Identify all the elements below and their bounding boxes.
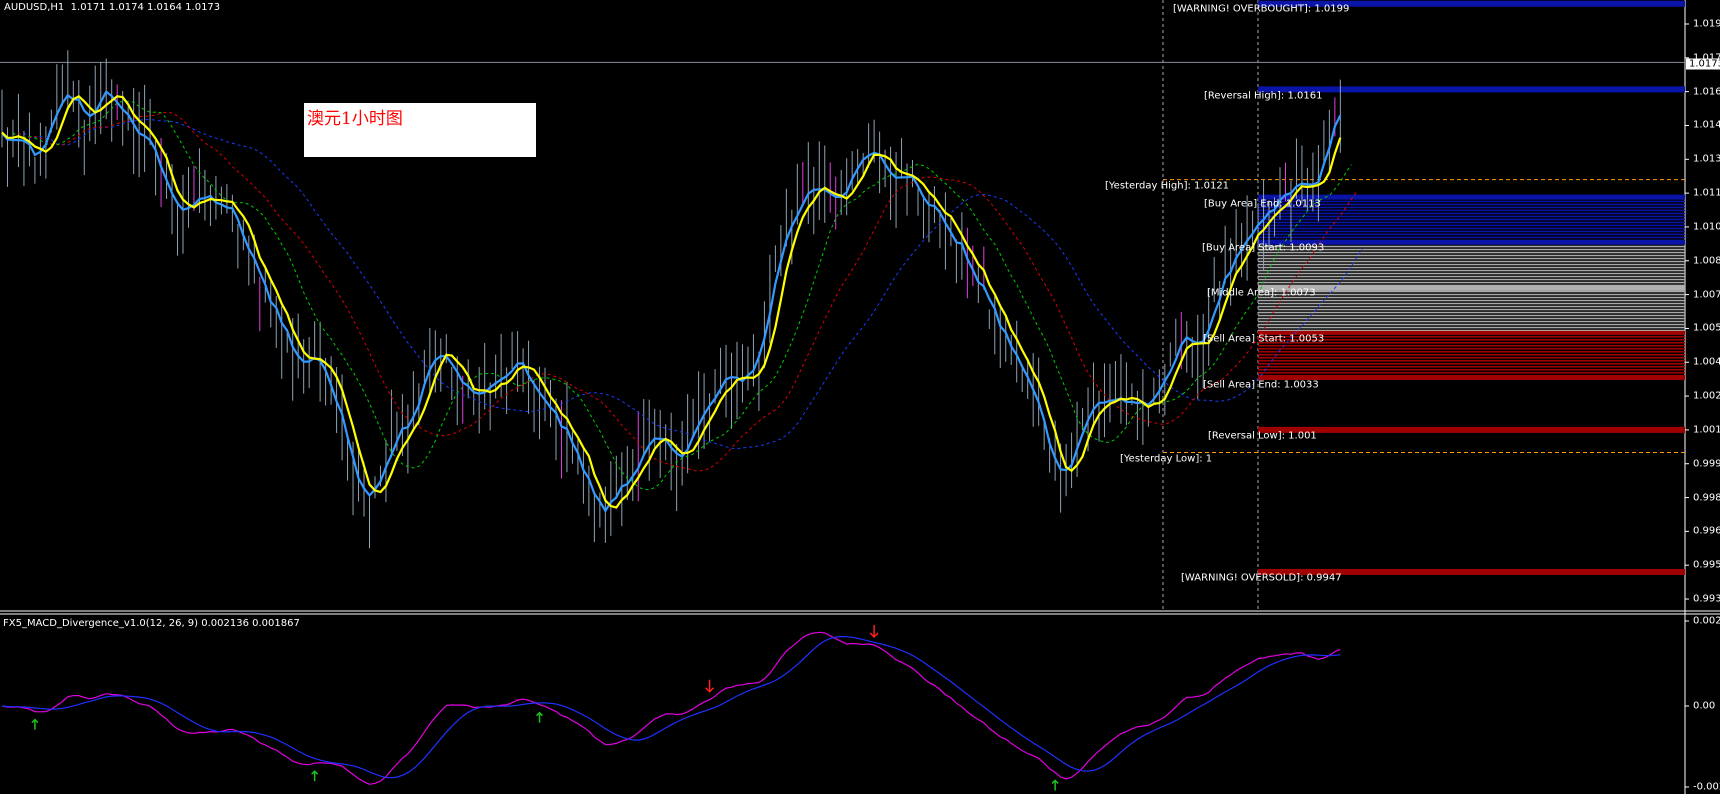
neutral-area-stripe [1258,323,1685,326]
neutral-area-stripe [1258,320,1685,323]
sell-area-stripe [1258,350,1685,353]
neutral-area-stripe [1258,254,1685,257]
neutral-area-stripe [1258,302,1685,305]
price-tick-label: 1.0010 [1693,424,1720,436]
macd-indicator-title: FX5_MACD_Divergence_v1.0(12, 26, 9) 0.00… [3,618,300,629]
buy-area-stripe [1258,230,1685,233]
price-tick-label: 1.0055 [1693,322,1720,334]
neutral-area-stripe [1258,275,1685,278]
price-tick-label: 1.0115 [1693,187,1720,199]
level-label: [Buy Area] End: 1.0113 [1204,198,1321,210]
buy-area-stripe [1258,212,1685,215]
price-tick-label: 0.9950 [1693,559,1720,571]
level-label: [Sell Area] Start: 1.0053 [1203,333,1325,345]
sell-end-band [1258,375,1685,381]
buy-area-stripe [1258,221,1685,224]
buy-area-stripe [1258,218,1685,221]
price-tick-label: 0.9995 [1693,458,1720,470]
macd-line [1,631,1341,785]
price-tick-label: 1.0190 [1693,18,1720,30]
neutral-area-stripe [1258,299,1685,302]
neutral-area-stripe [1258,317,1685,320]
chart-note-text: 澳元1小时图 [307,109,403,129]
price-tick-label: 1.0130 [1693,153,1720,165]
neutral-area-stripe [1258,281,1685,284]
divergence-up-arrow-icon [31,718,39,730]
divergence-up-arrow-icon [535,711,544,723]
level-band [1258,426,1685,433]
ohlc-values: 1.0171 1.0174 1.0164 1.0173 [70,2,221,13]
level-label: [Yesterday High]: 1.0121 [1105,180,1230,192]
sell-area-stripe [1258,356,1685,359]
level-label: [Yesterday Low]: 1 [1120,453,1213,465]
neutral-area-stripe [1258,296,1685,299]
chart-window[interactable]: AUDUSD,H1 1.0171 1.0174 1.0164 1.0173 澳元… [0,0,1720,794]
neutral-area-stripe [1258,269,1685,272]
neutral-area-stripe [1258,314,1685,317]
buy-area-stripe [1258,233,1685,236]
sell-area-stripe [1258,344,1685,347]
neutral-area-stripe [1258,278,1685,281]
buy-area-stripe [1258,227,1685,230]
chart-canvas[interactable] [0,0,1720,794]
price-tick-label: 1.0160 [1693,86,1720,98]
sell-area-stripe [1258,371,1685,374]
fast-line-blue [1,90,1342,514]
buy-area-stripe [1258,215,1685,218]
neutral-area-stripe [1258,266,1685,269]
level-label: [Reversal Low]: 1.001 [1208,430,1317,442]
neutral-area-stripe [1258,257,1685,260]
divergence-down-arrow-icon [705,679,715,693]
macd-tick-label: 0.00 [1693,700,1716,712]
neutral-area-stripe [1258,326,1685,329]
neutral-area-stripe [1258,293,1685,296]
price-tick-label: 1.0145 [1693,119,1720,131]
macd-tick-label: -0.0028 [1693,781,1720,793]
sell-area-stripe [1258,353,1685,356]
buy-area-stripe [1258,224,1685,227]
sell-area-stripe [1258,347,1685,350]
neutral-area-stripe [1258,308,1685,311]
price-tick-label: 1.0040 [1693,356,1720,368]
chart-note-box: 澳元1小时图 [304,103,536,157]
divergence-up-arrow-icon [1051,779,1059,791]
level-label: [Reversal High]: 1.0161 [1204,90,1323,102]
price-tick-label: 0.9935 [1693,593,1720,605]
level-label: [WARNING! OVERBOUGHT]: 1.0199 [1173,3,1350,15]
symbol-header: AUDUSD,H1 1.0171 1.0174 1.0164 1.0173 [4,2,220,14]
buy-area-stripe [1258,236,1685,239]
macd-tick-label: 0.00297 [1693,615,1720,627]
level-label: [WARNING! OVERSOLD]: 0.9947 [1181,572,1342,584]
sell-area-stripe [1258,368,1685,371]
neutral-area-stripe [1258,305,1685,308]
sell-area-stripe [1258,362,1685,365]
price-tick-label: 0.9980 [1693,492,1720,504]
neutral-area-stripe [1258,311,1685,314]
price-tick-label: 0.9965 [1693,525,1720,537]
neutral-area-stripe [1258,290,1685,293]
divergence-up-arrow-icon [311,770,319,782]
level-band [1258,284,1685,291]
sell-area-stripe [1258,365,1685,368]
neutral-area-stripe [1258,272,1685,275]
macd-signal-line [1,635,1341,779]
price-tick-label: 1.0085 [1693,255,1720,267]
current-price-tag: 1.0173 [1686,58,1720,70]
buy-area-stripe [1258,203,1685,206]
buy-area-stripe [1258,200,1685,203]
buy-area-stripe [1258,209,1685,212]
price-tick-label: 1.0025 [1693,390,1720,402]
divergence-down-arrow-icon [869,624,879,639]
level-label: [Sell Area] End: 1.0033 [1203,379,1319,391]
level-label: [Middle Area]: 1.0073 [1207,287,1316,299]
sell-area-stripe [1258,359,1685,362]
symbol-label: AUDUSD,H1 [4,2,65,13]
neutral-area-stripe [1258,263,1685,266]
price-tick-label: 1.0070 [1693,289,1720,301]
price-tick-label: 1.0100 [1693,221,1720,233]
level-label: [Buy Area] Start: 1.0093 [1202,242,1325,254]
neutral-area-stripe [1258,260,1685,263]
buy-area-stripe [1258,206,1685,209]
